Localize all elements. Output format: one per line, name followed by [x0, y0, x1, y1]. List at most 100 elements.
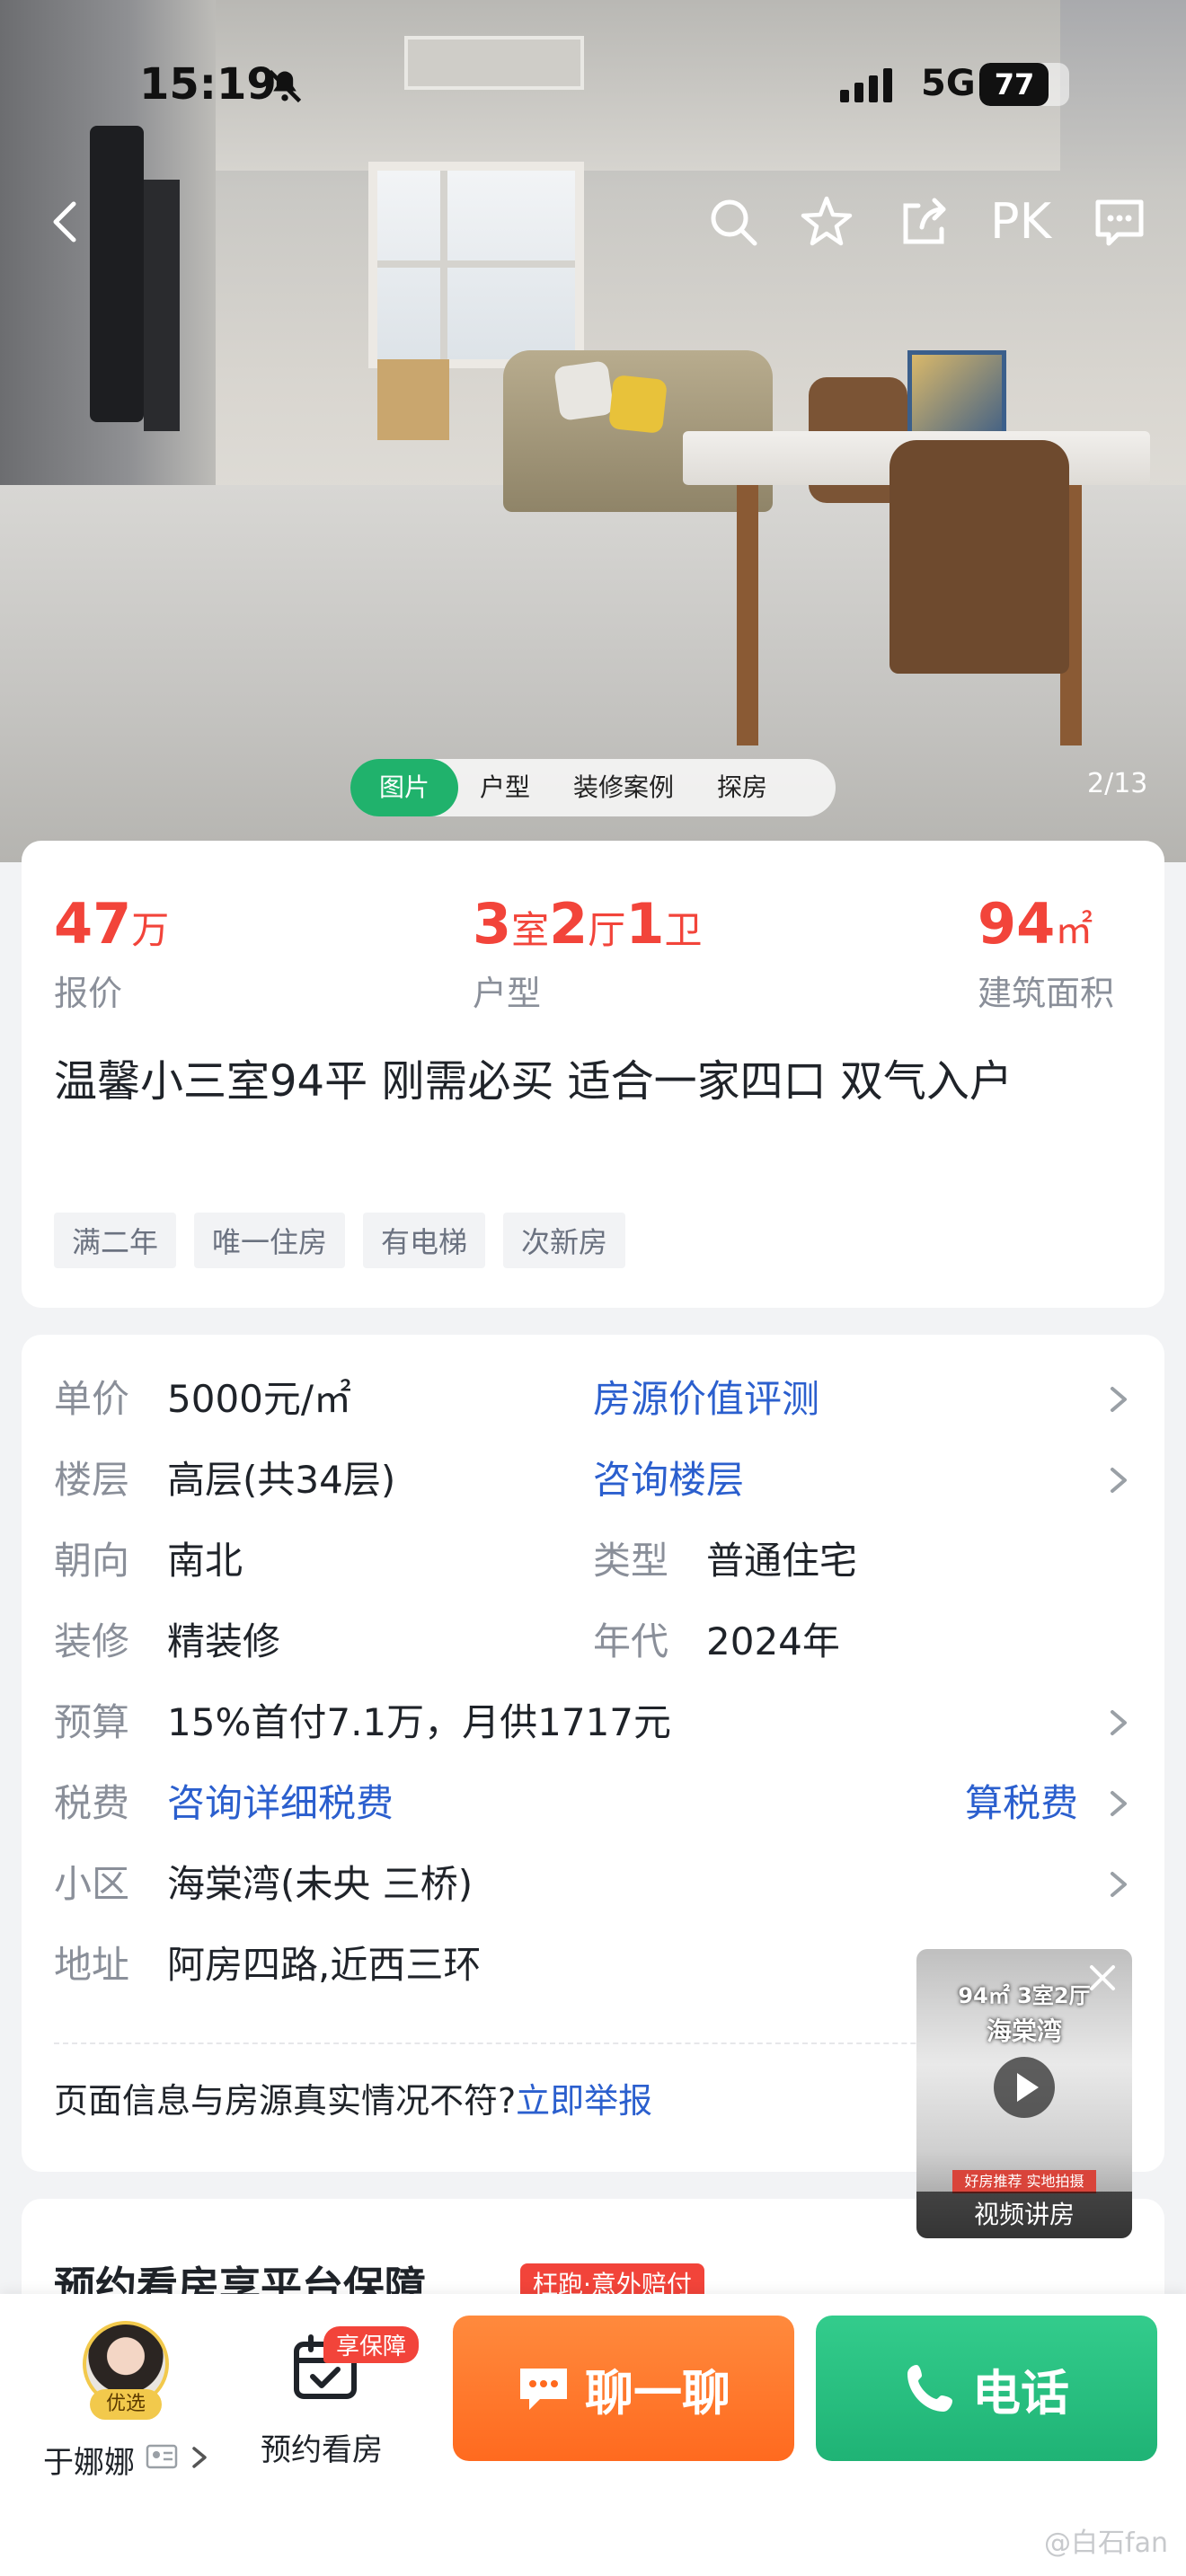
share-icon[interactable]	[895, 193, 952, 251]
decoration-value: 精装修	[167, 1619, 281, 1663]
year-key: 年代	[593, 1619, 669, 1663]
photo-pillow	[608, 375, 668, 434]
unit-price-key: 单价	[54, 1377, 130, 1421]
area-value: 94	[978, 891, 1056, 957]
photo-tv-cabinet	[144, 180, 180, 431]
decoration-key: 装修	[54, 1619, 130, 1663]
budget-row[interactable]: 预算 15%首付7.1万，月供1717元	[54, 1696, 671, 1750]
tag: 唯一住房	[194, 1213, 346, 1268]
watermark: @白石fan	[1044, 2527, 1168, 2559]
unit-price-value: 5000元/㎡	[167, 1377, 352, 1421]
type-row: 类型 普通住宅	[593, 1534, 857, 1588]
orientation-value: 南北	[167, 1539, 243, 1583]
tab-house-visit[interactable]: 探房	[695, 759, 789, 816]
chat-button[interactable]: 聊一聊	[453, 2316, 794, 2461]
calculate-tax-link[interactable]: 算税费	[965, 1777, 1078, 1831]
close-icon[interactable]	[1083, 1958, 1122, 1998]
consult-floor-link[interactable]: 咨询楼层	[593, 1453, 744, 1507]
photo-tv	[90, 126, 144, 422]
tax-row: 税费 咨询详细税费	[54, 1777, 394, 1831]
listing-title: 温馨小三室94平 刚需必买 适合一家四口 双气入户	[54, 1056, 1013, 1107]
book-viewing-button[interactable]: 享保障 预约看房	[261, 2326, 422, 2488]
call-label: 电话	[972, 2364, 1069, 2422]
unit-price-row: 单价 5000元/㎡	[54, 1372, 351, 1426]
summary-card: 47万 报价 3室2厅1卫 户型 94㎡ 建筑面积 温馨小三室94平 刚需必买 …	[22, 841, 1164, 1308]
tag: 次新房	[503, 1213, 626, 1268]
pk-compare-button[interactable]: PK	[990, 193, 1051, 251]
baths-unit: 卫	[664, 908, 703, 952]
floor-value: 高层(共34层)	[167, 1458, 396, 1502]
floor-key: 楼层	[54, 1458, 130, 1502]
book-viewing-label: 预约看房	[261, 2432, 383, 2468]
tax-key: 税费	[54, 1781, 130, 1825]
address-value: 阿房四路,近西三环	[167, 1943, 482, 1987]
area-unit: ㎡	[1055, 908, 1093, 952]
community-row[interactable]: 小区 海棠湾(未央 三桥)	[54, 1857, 473, 1911]
address-key: 地址	[54, 1943, 130, 1987]
battery-level: 77	[994, 67, 1035, 101]
price-stat: 47万 报价	[54, 891, 169, 1015]
orientation-row: 朝向 南北	[54, 1534, 243, 1588]
search-icon[interactable]	[704, 193, 762, 251]
signal-icon	[840, 68, 892, 102]
value-assessment-link[interactable]: 房源价值评测	[593, 1372, 819, 1426]
status-time: 15:19	[139, 59, 277, 110]
chevron-right-icon[interactable]	[1105, 1460, 1132, 1500]
budget-value: 15%首付7.1万，月供1717元	[167, 1700, 672, 1744]
budget-key: 预算	[54, 1700, 130, 1744]
battery-icon: 77	[979, 63, 1069, 106]
listing-photo[interactable]	[0, 0, 1186, 862]
tag: 有电梯	[363, 1213, 486, 1268]
tab-floorplan[interactable]: 户型	[458, 759, 552, 816]
report-line: 页面信息与房源真实情况不符?立即举报	[54, 2073, 652, 2122]
favorite-star-icon[interactable]	[798, 193, 855, 251]
type-key: 类型	[593, 1539, 669, 1583]
halls-count: 2	[549, 891, 589, 957]
back-icon[interactable]	[38, 193, 95, 251]
mute-bell-icon	[268, 69, 302, 103]
price-label: 报价	[54, 974, 123, 1013]
chevron-right-icon[interactable]	[1105, 1865, 1132, 1904]
layout-label: 户型	[473, 974, 542, 1013]
phone-icon	[907, 2365, 952, 2412]
chat-bubble-icon	[520, 2369, 567, 2410]
layout-stat: 3室2厅1卫 户型	[473, 891, 702, 1015]
chevron-right-icon[interactable]	[1105, 1784, 1132, 1823]
message-icon[interactable]	[1091, 193, 1148, 251]
agent-badge: 优选	[90, 2389, 162, 2420]
address-row: 地址 阿房四路,近西三环	[54, 1938, 481, 1992]
type-value: 普通住宅	[706, 1539, 858, 1583]
tab-photos[interactable]: 图片	[350, 759, 459, 816]
call-button[interactable]: 电话	[816, 2316, 1157, 2461]
rooms-count: 3	[473, 891, 512, 957]
photo-table-leg	[737, 485, 758, 745]
floor-row: 楼层 高层(共34层)	[54, 1453, 395, 1507]
decoration-row: 装修 精装修	[54, 1615, 280, 1669]
area-label: 建筑面积	[978, 974, 1115, 1013]
orientation-key: 朝向	[54, 1539, 130, 1583]
tab-decoration-cases[interactable]: 装修案例	[552, 759, 695, 816]
play-icon[interactable]	[994, 2057, 1055, 2118]
year-value: 2024年	[706, 1619, 840, 1663]
report-text: 页面信息与房源真实情况不符?	[54, 2081, 517, 2121]
baths-count: 1	[625, 891, 665, 957]
photo-window	[368, 162, 584, 368]
agent-name[interactable]: 于娜娜	[43, 2438, 135, 2482]
video-title-line2: 海棠湾	[986, 2016, 1062, 2046]
tag: 满二年	[54, 1213, 177, 1268]
community-key: 小区	[54, 1862, 130, 1906]
chevron-right-icon[interactable]	[1105, 1380, 1132, 1419]
video-ribbon: 好房推荐 实地拍摄	[952, 2170, 1096, 2193]
photo-counter: 2/13	[1087, 768, 1148, 799]
status-bar: 15:19 5G 77	[0, 54, 1186, 117]
business-card-icon	[146, 2444, 178, 2469]
listing-tags: 满二年 唯一住房 有电梯 次新房	[54, 1213, 643, 1268]
report-link[interactable]: 立即举报	[516, 2081, 652, 2121]
chevron-right-icon[interactable]	[1105, 1703, 1132, 1742]
price-value: 47	[54, 891, 132, 957]
media-tabs: 图片 户型 装修案例 探房	[350, 759, 836, 816]
halls-unit: 厅	[588, 908, 626, 952]
consult-tax-link[interactable]: 咨询详细税费	[167, 1781, 394, 1825]
chevron-right-icon[interactable]	[189, 2443, 210, 2472]
photo-pillow	[553, 360, 615, 421]
